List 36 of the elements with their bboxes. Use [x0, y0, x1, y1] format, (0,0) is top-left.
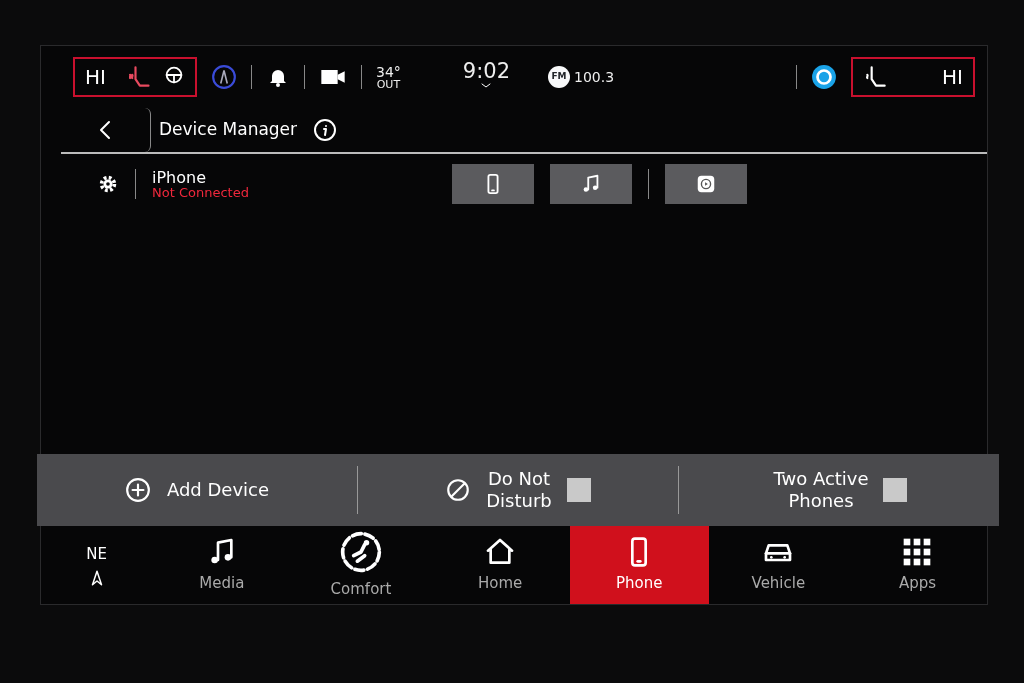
seat-comfort-icon	[339, 529, 383, 574]
temperature-label: OUT	[376, 78, 401, 90]
checkbox[interactable]	[883, 478, 907, 502]
nav-tab[interactable]: Phone	[569, 526, 709, 604]
seat-heat-level: HI	[942, 64, 963, 91]
radio-band-badge: FM	[548, 66, 570, 88]
checkbox[interactable]	[567, 478, 591, 502]
checkbox-label: Do Not Disturb	[485, 468, 553, 512]
voice-assistant-icon[interactable]	[811, 64, 837, 90]
nav-tab[interactable]: Home	[430, 526, 570, 604]
radio-station[interactable]: 100.3	[574, 66, 615, 88]
play-icon	[695, 173, 717, 195]
nav-tab[interactable]: Apps	[847, 526, 988, 604]
add-device-button[interactable]: Add Device	[124, 477, 270, 503]
nav-tab[interactable]: Media	[152, 526, 292, 604]
projection-button[interactable]	[665, 164, 747, 204]
compass-heading: NE	[86, 543, 107, 565]
gear-icon[interactable]	[97, 173, 119, 195]
steering-wheel-icon	[163, 64, 185, 86]
nav-tab[interactable]: Vehicle	[708, 526, 848, 604]
page-title: Device Manager	[159, 118, 298, 142]
lane-assist-icon[interactable]	[211, 64, 237, 90]
outside-temperature: 34°	[376, 64, 401, 79]
phone-profile-button[interactable]	[452, 164, 534, 204]
clock-time: 9:02	[462, 60, 510, 82]
nav-tab[interactable]: Comfort	[291, 526, 431, 604]
seat-heat-control[interactable]: HI	[73, 57, 197, 97]
plus-circle-icon	[124, 477, 151, 503]
device-name: iPhone	[152, 169, 207, 186]
connection-status: Not Connected	[152, 185, 250, 199]
checkbox-label: Two Active Phones	[772, 468, 870, 512]
info-icon[interactable]	[313, 118, 338, 142]
audio-profile-button[interactable]	[550, 164, 632, 204]
seat-heat-level: HI	[85, 64, 106, 91]
blocked-icon	[445, 477, 471, 503]
seat-heat-control[interactable]: HI	[851, 57, 975, 97]
